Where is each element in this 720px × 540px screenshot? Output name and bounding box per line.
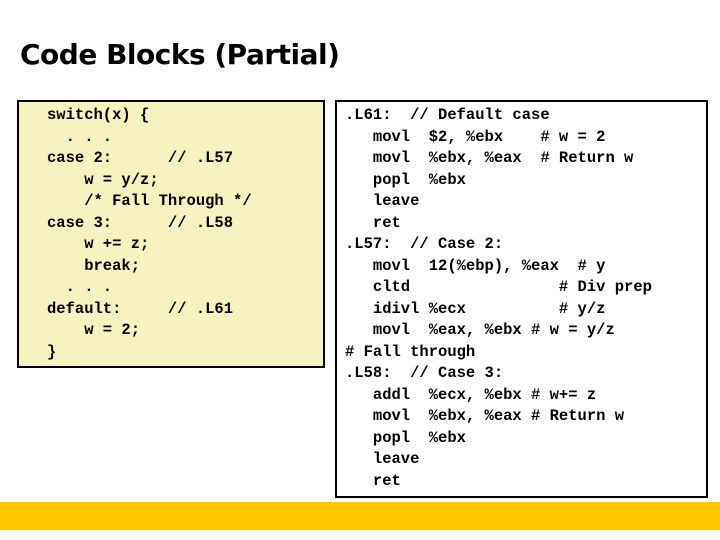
code-line: break;: [47, 256, 141, 275]
code-line: ret: [345, 213, 401, 232]
code-line: default: // .L61: [47, 299, 234, 318]
code-line: idivl %ecx # y/z: [345, 299, 606, 318]
code-line: movl %ebx, %eax # Return w: [345, 407, 625, 425]
code-line: ret: [345, 471, 401, 490]
code-line: case 2: // .L57: [47, 149, 234, 167]
code-line: /* Fall Through */: [47, 192, 252, 210]
code-line: case 3: // .L58: [47, 213, 234, 232]
code-line: w = 2;: [47, 321, 141, 339]
code-line: popl %ebx: [345, 428, 466, 447]
code-line: addl %ecx, %ebx # w+= z: [345, 385, 597, 404]
code-line: popl %ebx: [345, 170, 466, 189]
slide-title: Code Blocks (Partial): [20, 38, 340, 71]
c-source-code-block: switch(x) { . . . case 2: // .L57 w = y/…: [17, 100, 325, 368]
code-line: leave: [345, 450, 420, 468]
code-line: switch(x) {: [47, 106, 150, 124]
code-line: movl %eax, %ebx # w = y/z: [345, 321, 615, 339]
code-line: . . .: [47, 127, 113, 146]
code-line: .L61: // Default case: [345, 106, 550, 124]
code-line: movl 12(%ebp), %eax # y: [345, 256, 606, 275]
code-line: # Fall through: [345, 342, 476, 361]
code-line: movl %ebx, %eax # Return w: [345, 149, 634, 167]
code-line: w += z;: [47, 235, 150, 253]
assembly-code-block: .L61: // Default case movl $2, %ebx # w …: [335, 100, 708, 498]
code-line: }: [47, 342, 57, 361]
code-line: . . .: [47, 278, 113, 296]
footer-accent-bar: [0, 502, 720, 530]
code-line: leave: [345, 192, 420, 210]
code-line: w = y/z;: [47, 170, 159, 189]
code-line: movl $2, %ebx # w = 2: [345, 127, 606, 146]
code-line: cltd # Div prep: [345, 278, 652, 296]
code-line: .L57: // Case 2:: [345, 235, 504, 253]
code-line: .L58: // Case 3:: [345, 364, 504, 382]
